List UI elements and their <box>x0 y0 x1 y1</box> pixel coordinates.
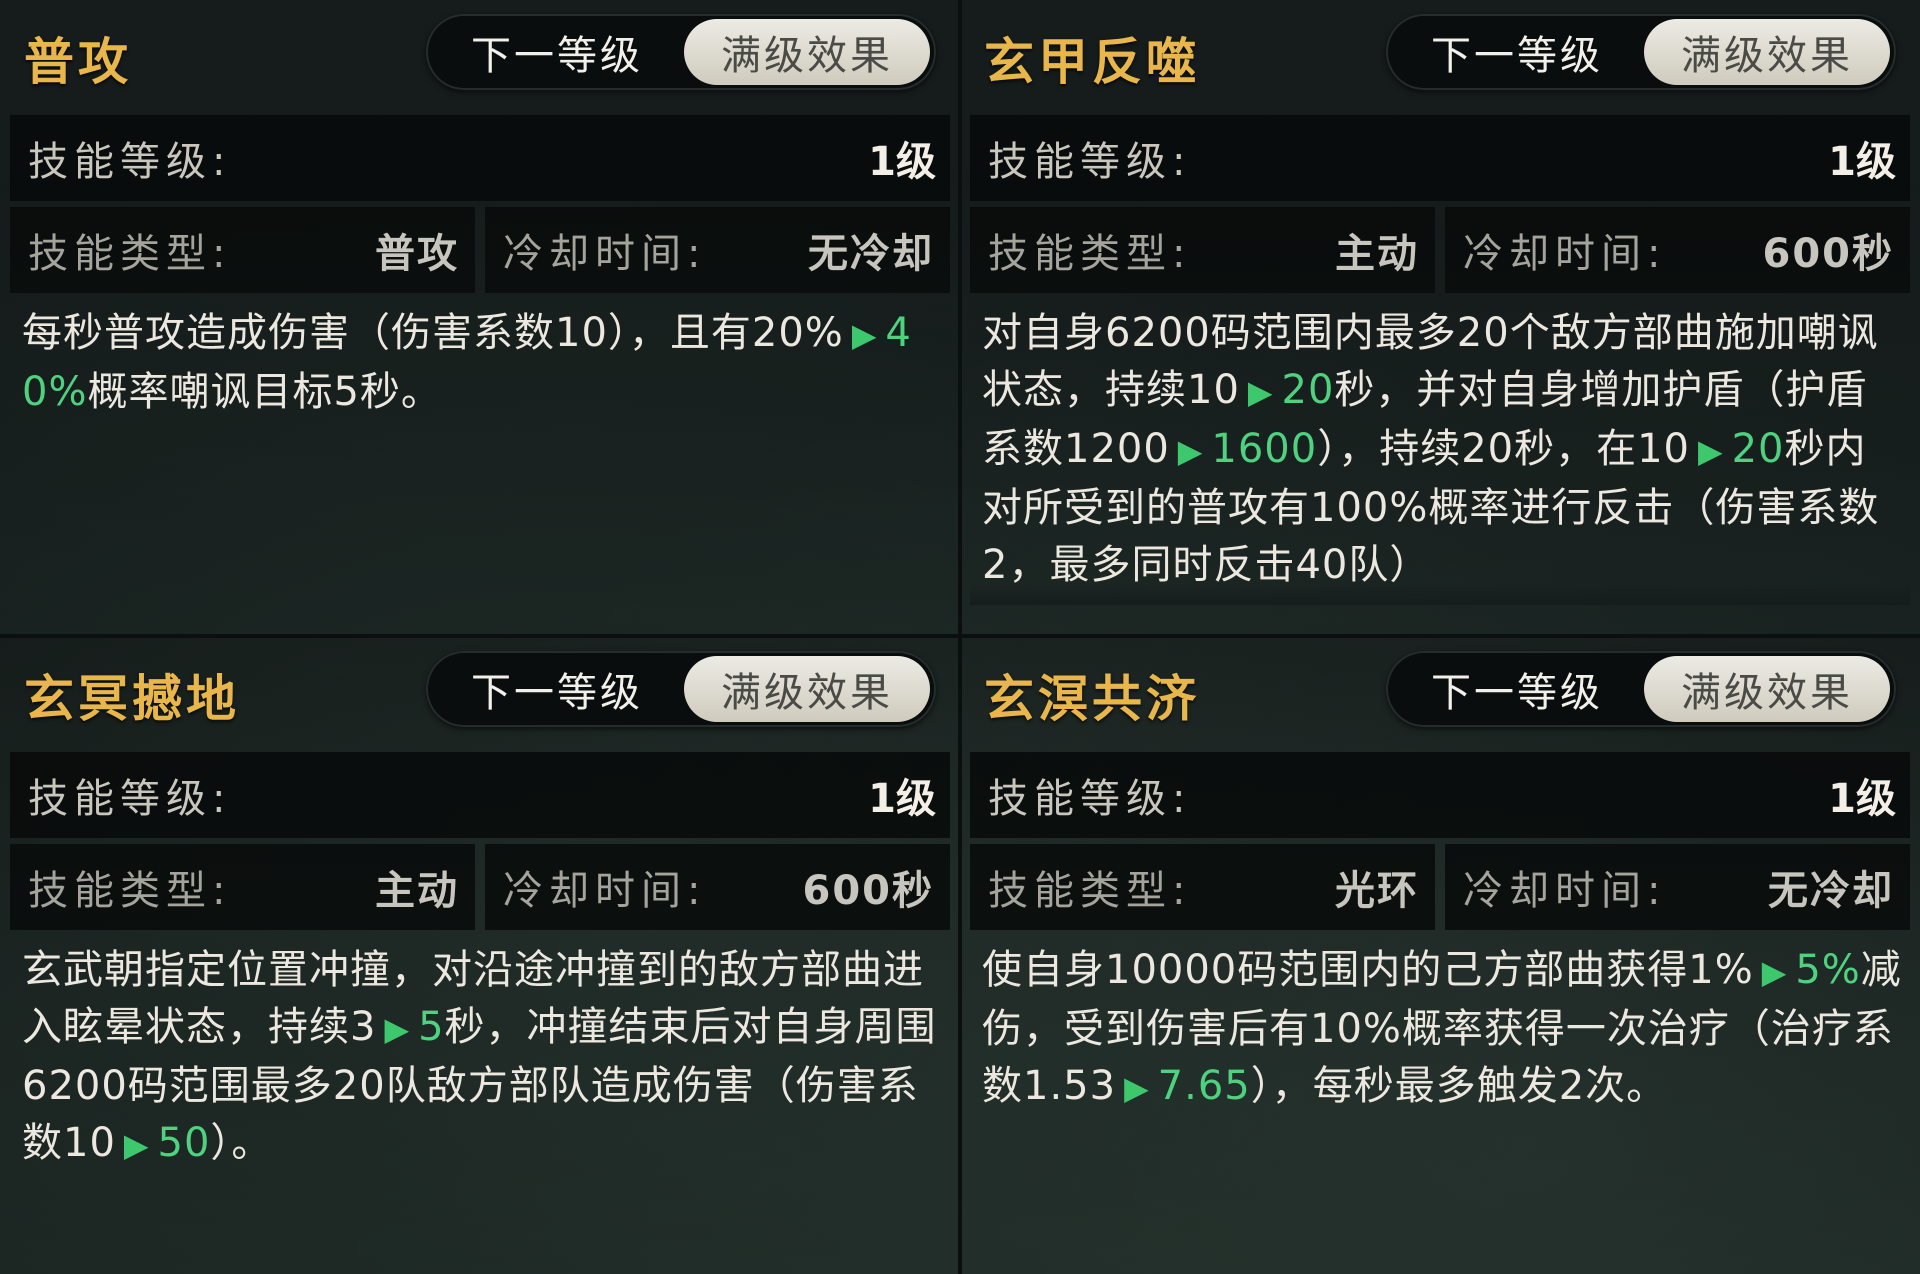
skill-info-row: 技能类型: 主动 冷却时间: 600秒 <box>10 844 950 930</box>
upgrade-arrow-icon: ▶ <box>1761 953 1788 991</box>
skill-info-row: 技能类型: 普攻 冷却时间: 无冷却 <box>10 207 950 293</box>
skill-panel-pugong: 普攻 下一等级 满级效果 技能等级: 1级 技能类型: 普攻 冷却时间: 无冷却… <box>0 0 960 637</box>
skill-type-value: 光环 <box>1335 868 1419 914</box>
cooldown-cell: 冷却时间: 无冷却 <box>1445 844 1910 930</box>
upgrade-arrow-icon: ▶ <box>1177 432 1204 470</box>
max-level-tab[interactable]: 满级效果 <box>1644 656 1890 722</box>
panel-header: 玄甲反噬 下一等级 满级效果 <box>970 0 1910 110</box>
cooldown-value: 600秒 <box>1762 231 1894 277</box>
desc-text: ），每秒最多触发2次。 <box>1250 1063 1668 1109</box>
max-level-tab[interactable]: 满级效果 <box>684 19 930 85</box>
cooldown-label: 冷却时间: <box>503 231 707 277</box>
level-toggle[interactable]: 下一等级 满级效果 <box>1386 14 1896 90</box>
skill-description: 对自身6200码范围内最多20个敌方部曲施加嘲讽状态，持续10 ▶ 20秒，并对自身… <box>970 293 1910 605</box>
cooldown-label: 冷却时间: <box>1463 231 1667 277</box>
desc-text: 每秒普攻造成伤害（伤害系数10），且有20% <box>22 310 844 356</box>
skill-description: 玄武朝指定位置冲撞，对沿途冲撞到的敌方部曲进入眩晕状态，持续3 ▶ 5秒，冲撞结束后… <box>10 930 950 1174</box>
skill-title: 玄甲反噬 <box>984 33 1200 91</box>
skill-level-row: 技能等级: 1级 <box>10 115 950 201</box>
skill-level-value: 1级 <box>868 139 936 185</box>
cooldown-value: 无冷却 <box>808 231 934 277</box>
skill-description: 每秒普攻造成伤害（伤害系数10），且有20% ▶ 40%概率嘲讽目标5秒。 <box>10 293 950 421</box>
panel-header: 普攻 下一等级 满级效果 <box>10 0 950 110</box>
desc-text: 使自身10000码范围内的己方部曲获得1% <box>982 947 1754 993</box>
upgrade-arrow-icon: ▶ <box>1247 373 1274 411</box>
scroll-fade <box>970 583 1910 605</box>
skill-grid: 普攻 下一等级 满级效果 技能等级: 1级 技能类型: 普攻 冷却时间: 无冷却… <box>0 0 1920 1274</box>
upgrade-arrow-icon: ▶ <box>1698 432 1724 470</box>
skill-panel-xuanming: 玄冥撼地 下一等级 满级效果 技能等级: 1级 技能类型: 主动 冷却时间: 6… <box>0 637 960 1274</box>
cooldown-value: 无冷却 <box>1768 868 1894 914</box>
skill-description: 使自身10000码范围内的己方部曲获得1% ▶ 5%减伤，受到伤害后有10%概率获得… <box>970 930 1910 1117</box>
skill-type-cell: 技能类型: 光环 <box>970 844 1435 930</box>
desc-upgraded-value: 20 <box>1281 367 1335 413</box>
desc-upgraded-value: 5 <box>418 1004 445 1050</box>
upgrade-arrow-icon: ▶ <box>851 316 878 354</box>
level-toggle[interactable]: 下一等级 满级效果 <box>1386 651 1896 727</box>
upgrade-arrow-icon: ▶ <box>123 1126 150 1164</box>
panel-header: 玄冥撼地 下一等级 满级效果 <box>10 637 950 747</box>
skill-title: 玄冥撼地 <box>24 670 240 728</box>
next-level-tab[interactable]: 下一等级 <box>432 656 682 722</box>
desc-upgraded-value: 50 <box>157 1120 211 1166</box>
desc-upgraded-value: 7.65 <box>1157 1063 1251 1109</box>
skill-info-row: 技能类型: 光环 冷却时间: 无冷却 <box>970 844 1910 930</box>
cooldown-cell: 冷却时间: 无冷却 <box>485 207 950 293</box>
desc-upgraded-value: 5% <box>1795 947 1861 993</box>
desc-text: 概率嘲讽目标5秒。 <box>87 369 442 415</box>
max-level-tab[interactable]: 满级效果 <box>684 656 930 722</box>
skill-level-value: 1级 <box>1828 776 1896 822</box>
next-level-tab[interactable]: 下一等级 <box>1392 19 1642 85</box>
max-level-tab[interactable]: 满级效果 <box>1644 19 1890 85</box>
upgrade-arrow-icon: ▶ <box>1124 1069 1150 1107</box>
skill-type-label: 技能类型: <box>28 231 232 277</box>
panel-header: 玄溟共济 下一等级 满级效果 <box>970 637 1910 747</box>
skill-panel-xuanming-gongji: 玄溟共济 下一等级 满级效果 技能等级: 1级 技能类型: 光环 冷却时间: 无… <box>960 637 1920 1274</box>
skill-panel-xuanjia: 玄甲反噬 下一等级 满级效果 技能等级: 1级 技能类型: 主动 冷却时间: 6… <box>960 0 1920 637</box>
skill-level-row: 技能等级: 1级 <box>970 115 1910 201</box>
skill-type-value: 普攻 <box>375 231 459 277</box>
skill-level-row: 技能等级: 1级 <box>10 752 950 838</box>
skill-type-cell: 技能类型: 普攻 <box>10 207 475 293</box>
skill-level-label: 技能等级: <box>28 776 232 822</box>
skill-type-cell: 技能类型: 主动 <box>970 207 1435 293</box>
cooldown-label: 冷却时间: <box>1463 868 1667 914</box>
desc-text: ）。 <box>210 1120 273 1166</box>
level-toggle[interactable]: 下一等级 满级效果 <box>426 14 936 90</box>
next-level-tab[interactable]: 下一等级 <box>432 19 682 85</box>
skill-type-label: 技能类型: <box>988 231 1192 277</box>
skill-type-value: 主动 <box>375 868 459 914</box>
skill-type-label: 技能类型: <box>28 868 232 914</box>
skill-type-cell: 技能类型: 主动 <box>10 844 475 930</box>
desc-upgraded-value: 20 <box>1731 426 1785 472</box>
skill-level-label: 技能等级: <box>28 139 232 185</box>
cooldown-label: 冷却时间: <box>503 868 707 914</box>
skill-level-row: 技能等级: 1级 <box>970 752 1910 838</box>
skill-info-row: 技能类型: 主动 冷却时间: 600秒 <box>970 207 1910 293</box>
desc-upgraded-value: 1600 <box>1211 426 1318 472</box>
next-level-tab[interactable]: 下一等级 <box>1392 656 1642 722</box>
cooldown-cell: 冷却时间: 600秒 <box>485 844 950 930</box>
skill-level-value: 1级 <box>868 776 936 822</box>
panel-divider-horizontal <box>0 634 1920 638</box>
skill-level-value: 1级 <box>1828 139 1896 185</box>
skill-type-label: 技能类型: <box>988 868 1192 914</box>
skill-title: 玄溟共济 <box>984 670 1200 728</box>
skill-type-value: 主动 <box>1335 231 1419 277</box>
skill-level-label: 技能等级: <box>988 776 1192 822</box>
cooldown-value: 600秒 <box>802 868 934 914</box>
level-toggle[interactable]: 下一等级 满级效果 <box>426 651 936 727</box>
skill-level-label: 技能等级: <box>988 139 1192 185</box>
skill-title: 普攻 <box>24 33 132 91</box>
cooldown-cell: 冷却时间: 600秒 <box>1445 207 1910 293</box>
desc-text: ），持续20秒，在10 <box>1317 426 1690 472</box>
upgrade-arrow-icon: ▶ <box>384 1010 411 1048</box>
desc-text: 队） <box>1348 542 1431 588</box>
